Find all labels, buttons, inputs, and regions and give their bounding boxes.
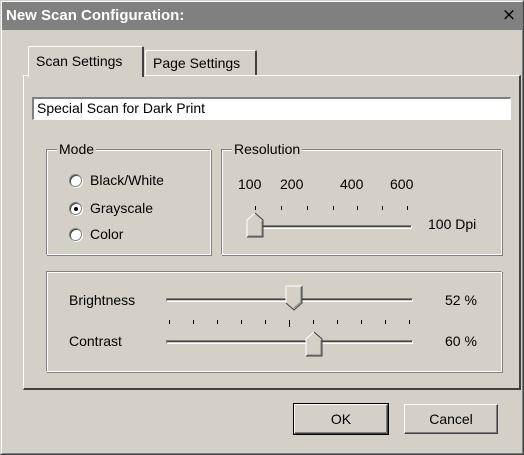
slider-tick: [337, 320, 338, 324]
resolution-tick: [382, 206, 383, 210]
mode-group-label: Mode: [57, 140, 97, 158]
slider-tick: [385, 320, 386, 324]
ok-button[interactable]: OK: [293, 403, 389, 435]
contrast-slider-thumb[interactable]: [305, 331, 323, 357]
slider-tick: [313, 320, 314, 324]
brightness-slider-thumb[interactable]: [285, 285, 303, 311]
slider-tick: [361, 320, 362, 324]
resolution-tick: [281, 206, 282, 210]
brightness-value: 52 %: [445, 292, 477, 308]
slider-tick: [169, 320, 170, 324]
close-icon[interactable]: ×: [500, 5, 518, 25]
resolution-tick: [307, 206, 308, 210]
contrast-slider-track[interactable]: [166, 340, 413, 344]
resolution-tick: [333, 206, 334, 210]
slider-tick: [193, 320, 194, 324]
resolution-tick: [255, 206, 256, 210]
tab-page-settings-label: Page Settings: [153, 55, 241, 71]
tab-scan-settings[interactable]: Scan Settings: [28, 46, 144, 77]
radio-button[interactable]: [69, 202, 82, 215]
resolution-tick-label: 100: [238, 176, 262, 192]
resolution-slider-thumb[interactable]: [246, 212, 264, 238]
tab-scan-settings-label: Scan Settings: [36, 53, 123, 69]
mode-group: Mode Black/White Grayscale Color: [46, 140, 211, 255]
slider-tick: [289, 320, 290, 327]
slider-tick: [265, 320, 266, 324]
window-title: New Scan Configuration:: [6, 7, 185, 24]
resolution-group: Resolution 100 200 400 600 100 Dpi: [221, 140, 502, 255]
resolution-tick: [407, 206, 408, 210]
radio-selected-dot: [74, 207, 78, 211]
slider-tick: [409, 320, 410, 324]
tab-page-settings[interactable]: Page Settings: [145, 50, 257, 76]
resolution-tick-label: 600: [390, 176, 414, 192]
resolution-tick: [357, 206, 358, 210]
resolution-group-label: Resolution: [232, 140, 303, 158]
resolution-tick-label: 200: [280, 176, 304, 192]
resolution-value: 100 Dpi: [428, 216, 477, 232]
contrast-value: 60 %: [445, 333, 477, 349]
radio-label: Color: [90, 226, 124, 242]
radio-label: Grayscale: [90, 200, 154, 216]
cancel-button[interactable]: Cancel: [404, 404, 498, 434]
brightness-label: Brightness: [69, 292, 136, 308]
dialog-window: New Scan Configuration: × Page Settings …: [0, 0, 524, 455]
adjustments-group: Brightness 52 % Contrast 60 %: [46, 271, 502, 372]
resolution-tick-label: 400: [340, 176, 364, 192]
radio-button[interactable]: [69, 174, 82, 187]
contrast-label: Contrast: [69, 333, 122, 349]
resolution-slider-track[interactable]: [249, 225, 412, 229]
radio-label: Black/White: [90, 172, 164, 188]
slider-tick: [241, 320, 242, 324]
title-bar[interactable]: New Scan Configuration: ×: [2, 2, 522, 30]
slider-tick: [217, 320, 218, 324]
radio-button[interactable]: [69, 228, 82, 241]
